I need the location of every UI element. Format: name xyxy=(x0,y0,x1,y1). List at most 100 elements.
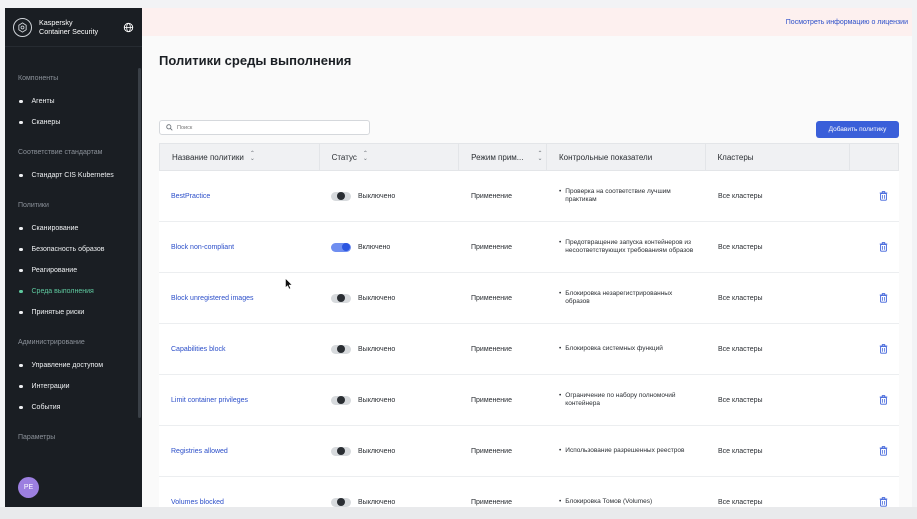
actions-cell xyxy=(851,273,899,323)
brand-line-2: Container Security xyxy=(39,27,99,36)
status-toggle[interactable] xyxy=(331,242,351,252)
sidebar-item[interactable]: Сканеры xyxy=(5,112,142,133)
sidebar-item[interactable]: Сканирование xyxy=(5,218,142,239)
column-label: Контрольные показатели xyxy=(558,152,653,162)
status-label: Выключено xyxy=(358,498,396,506)
sidebar-item[interactable]: Управление доступом xyxy=(5,355,142,376)
sidebar-section-title: Параметры xyxy=(18,434,56,441)
bullet-icon xyxy=(19,226,23,231)
sidebar-item[interactable]: События xyxy=(5,397,142,418)
status-toggle[interactable] xyxy=(331,191,351,201)
table-row: Registries allowed Выключено Применение … xyxy=(159,426,899,477)
policy-name-link[interactable]: Block non-compliant xyxy=(159,222,319,272)
trash-icon[interactable] xyxy=(879,497,888,507)
indicators-cell: • Использование разрешенных реестров xyxy=(547,426,706,476)
bullet-icon: • xyxy=(559,392,562,399)
actions-cell xyxy=(851,477,899,507)
toggle-knob xyxy=(337,498,345,506)
trash-icon[interactable] xyxy=(879,446,888,456)
sort-icon[interactable]: ⌃ ⌄ xyxy=(363,151,368,162)
clusters-cell: Все кластеры xyxy=(718,243,763,251)
indicator-text: Предотвращение запуска контейнеров из не… xyxy=(565,239,694,254)
avatar[interactable]: PE xyxy=(18,477,39,498)
bullet-icon: • xyxy=(559,290,562,297)
status-toggle[interactable] xyxy=(331,293,351,303)
sidebar-item[interactable]: Принятые риски xyxy=(5,302,142,323)
mode-cell: Применение xyxy=(471,396,512,404)
bullet-icon: • xyxy=(559,239,562,246)
policy-name-link[interactable]: Block unregistered images xyxy=(159,273,319,323)
indicator-text: Ограничение по набору полномочий контейн… xyxy=(565,392,676,407)
sidebar-item[interactable]: Среда выполнения xyxy=(5,281,142,302)
bullet-icon: • xyxy=(559,447,562,454)
policy-name-link[interactable]: Volumes blocked xyxy=(159,477,319,507)
table-header: Название политики ⌃ ⌄ Статус ⌃ ⌄ Режим прим.… xyxy=(159,143,899,171)
status-cell: Выключено xyxy=(319,273,459,323)
trash-icon[interactable] xyxy=(879,344,888,354)
bullet-icon xyxy=(19,173,23,178)
sidebar-item[interactable]: Стандарт CIS Kubernetes xyxy=(5,165,142,186)
bullet-icon xyxy=(19,363,23,368)
sidebar-item-label: Реагирование xyxy=(31,267,78,274)
indicator-text: Блокировка Томов (Volumes) xyxy=(565,498,653,505)
status-cell: Включено xyxy=(319,222,459,272)
sidebar-nav: Компоненты Агенты Сканеры Соответствие стан… xyxy=(5,47,142,441)
indicators-cell: • Ограничение по набору полномочий контей… xyxy=(547,375,706,425)
main-area: Посмотреть информацию о лицензии Политик… xyxy=(142,8,912,507)
trash-icon[interactable] xyxy=(879,242,888,252)
sidebar-item[interactable]: Реагирование xyxy=(5,260,142,281)
policy-name-link[interactable]: Limit container privileges xyxy=(159,375,319,425)
sidebar-item[interactable]: Агенты xyxy=(5,91,142,112)
sidebar-item-label: Управление доступом xyxy=(31,362,104,369)
status-toggle[interactable] xyxy=(331,395,351,405)
status-label: Включено xyxy=(358,243,391,251)
app-window: Kaspersky Container Security Компоненты А… xyxy=(0,0,917,519)
sidebar-item[interactable]: Безопасность образов xyxy=(5,239,142,260)
sidebar-item-label: Агенты xyxy=(31,98,55,105)
status-toggle[interactable] xyxy=(331,446,351,456)
add-policy-button[interactable]: Добавить политику xyxy=(816,121,899,138)
search-input[interactable] xyxy=(177,124,357,131)
policy-name-link[interactable]: BestPractice xyxy=(159,171,319,221)
column-header-mode[interactable]: Режим прим... ⌃ ⌄ xyxy=(459,144,547,170)
sidebar-item[interactable]: Интеграции xyxy=(5,376,142,397)
mode-cell: Применение xyxy=(471,192,512,200)
clusters-cell: Все кластеры xyxy=(718,345,763,353)
license-info-link[interactable]: Посмотреть информацию о лицензии xyxy=(786,19,908,26)
policy-name-link[interactable]: Registries allowed xyxy=(159,426,319,476)
indicator-item: • Блокировка Томов (Volumes) xyxy=(559,498,664,506)
table-row: Volumes blocked Выключено Применение • Бл… xyxy=(159,477,899,507)
policy-name-link[interactable]: Capabilities block xyxy=(159,324,319,374)
bullet-icon xyxy=(19,268,23,273)
globe-icon[interactable] xyxy=(123,22,134,33)
sidebar-item-label: Сканеры xyxy=(31,119,61,126)
mode-cell: Применение xyxy=(471,243,512,251)
status-cell: Выключено xyxy=(319,477,459,507)
column-header-clusters: Кластеры xyxy=(706,144,851,170)
trash-icon[interactable] xyxy=(879,293,888,303)
status-toggle[interactable] xyxy=(331,497,351,507)
column-header-name[interactable]: Название политики ⌃ ⌄ xyxy=(160,144,320,170)
trash-icon[interactable] xyxy=(879,191,888,201)
brand-header: Kaspersky Container Security xyxy=(5,8,142,47)
search-box[interactable] xyxy=(159,120,370,135)
clusters-cell: Все кластеры xyxy=(718,294,763,302)
sort-icon[interactable]: ⌃ ⌄ xyxy=(537,151,542,162)
bullet-icon xyxy=(19,310,23,315)
status-label: Выключено xyxy=(358,345,396,353)
indicator-item: • Блокировка незарегистрированных образов xyxy=(559,290,706,306)
status-label: Выключено xyxy=(358,192,396,200)
trash-icon[interactable] xyxy=(879,395,888,405)
actions-cell xyxy=(851,171,899,221)
sidebar-section-title: Компоненты xyxy=(18,75,59,82)
table-row: Block unregistered images Выключено Прим… xyxy=(159,273,899,324)
toggle-knob xyxy=(337,294,345,302)
sidebar-scrollbar[interactable] xyxy=(138,68,141,418)
mode-cell: Применение xyxy=(471,345,512,353)
indicator-text: Блокировка системных функций xyxy=(565,345,663,352)
sort-icon[interactable]: ⌃ ⌄ xyxy=(250,151,255,162)
indicator-item: • Проверка на соответствие лучшим практик… xyxy=(559,188,706,204)
column-header-status[interactable]: Статус ⌃ ⌄ xyxy=(320,144,460,170)
bullet-icon xyxy=(19,405,23,410)
status-toggle[interactable] xyxy=(331,344,351,354)
